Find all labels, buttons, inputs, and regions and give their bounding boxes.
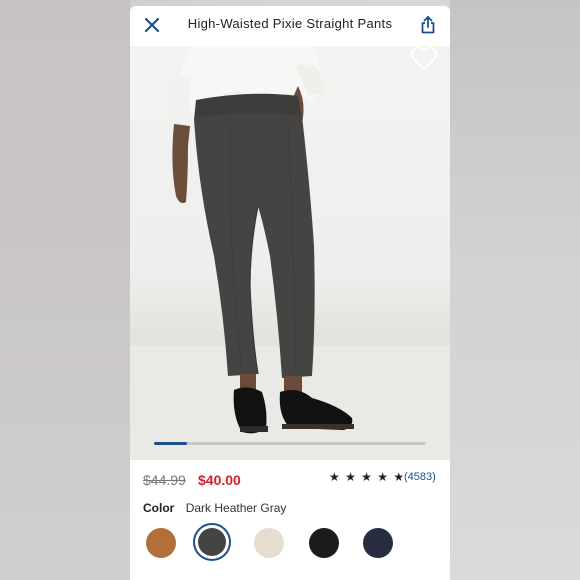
heart-icon (410, 46, 438, 71)
rating-stars: ★ ★ ★ ★ ★ (329, 470, 406, 484)
background-left (0, 0, 130, 580)
top-bar: High-Waisted Pixie Straight Pants (130, 6, 450, 46)
gallery-progress (154, 442, 426, 445)
color-label: Color (143, 501, 175, 515)
original-price: $44.99 (143, 472, 186, 488)
color-swatch-caramel[interactable] (146, 528, 176, 558)
gallery-progress-fill (154, 442, 187, 445)
sale-price: $40.00 (198, 472, 241, 488)
color-swatch-dark-heather-gray[interactable] (193, 523, 231, 561)
price-row: $44.99 $40.00 ★ ★ ★ ★ ★ (4583) (143, 470, 443, 490)
close-button[interactable] (142, 15, 162, 35)
color-swatches (142, 520, 442, 564)
background-right (450, 0, 580, 580)
product-photo (130, 46, 450, 460)
product-screen: High-Waisted Pixie Straight Pants $44.99… (130, 6, 450, 580)
color-value: Dark Heather Gray (185, 501, 287, 515)
color-swatch-fill (198, 528, 226, 556)
close-icon (145, 18, 159, 32)
page-title: High-Waisted Pixie Straight Pants (187, 16, 393, 31)
color-swatch-navy[interactable] (363, 528, 393, 558)
favorite-button[interactable] (410, 46, 438, 72)
color-swatch-black[interactable] (309, 528, 339, 558)
product-image[interactable] (130, 46, 450, 460)
review-count-link[interactable]: (4583) (404, 471, 436, 483)
share-icon (421, 16, 435, 34)
color-swatch-cream[interactable] (254, 528, 284, 558)
color-row: Color Dark Heather Gray (143, 501, 286, 515)
share-button[interactable] (418, 14, 438, 36)
